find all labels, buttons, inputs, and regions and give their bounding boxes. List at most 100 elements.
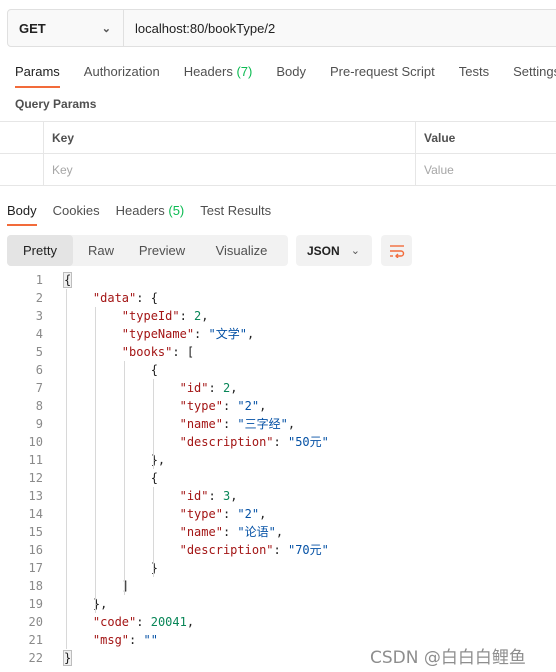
line-number: 21	[28, 633, 43, 647]
line-number: 5	[35, 345, 43, 359]
checkbox-column	[0, 122, 44, 153]
code-line: 9 "name": "三字经",	[0, 415, 556, 433]
code-text: "typeId": 2,	[121, 309, 209, 323]
tab-tests[interactable]: Tests	[459, 64, 489, 88]
line-number: 7	[35, 381, 43, 395]
code-text: "id": 2,	[179, 381, 238, 395]
view-raw-button[interactable]: Raw	[73, 235, 129, 266]
tab-params[interactable]: Params	[15, 64, 60, 88]
value-input[interactable]: Value	[416, 154, 556, 185]
code-line: 14 "type": "2",	[0, 505, 556, 523]
chevron-down-icon: ⌄	[350, 245, 360, 257]
tab-body[interactable]: Body	[276, 64, 306, 88]
query-params-table: Key Value Key Value	[0, 121, 556, 186]
view-mode-group: Pretty Raw Preview Visualize	[7, 235, 288, 266]
response-tab-headers[interactable]: Headers (5)	[116, 203, 185, 226]
format-select[interactable]: JSON ⌄	[296, 235, 372, 266]
tab-pre-request-script[interactable]: Pre-request Script	[330, 64, 435, 88]
indent-guide	[95, 307, 96, 613]
tab-settings[interactable]: Settings	[513, 64, 556, 88]
code-text: "data": {	[92, 291, 158, 305]
method-select[interactable]: GET ⌄	[8, 10, 124, 46]
query-params-title: Query Params	[15, 97, 97, 111]
table-header-row: Key Value	[0, 122, 556, 154]
response-tabs: Body Cookies Headers (5) Test Results	[7, 203, 287, 226]
code-text: {	[64, 471, 158, 485]
response-body-code[interactable]: 1{2 "data": {3 "typeId": 2, 4 "typeName":…	[0, 271, 556, 667]
watermark: CSDN @白白白鲤鱼	[370, 648, 526, 668]
code-text: "description": "70元"	[179, 543, 329, 557]
response-tab-cookies[interactable]: Cookies	[53, 203, 100, 226]
code-line: 17 }	[0, 559, 556, 577]
code-text: "name": "论语",	[179, 525, 284, 539]
code-text: "books": [	[121, 345, 195, 359]
line-number: 4	[35, 327, 43, 341]
request-url-bar: GET ⌄ localhost:80/bookType/2	[7, 9, 556, 47]
code-text: }	[62, 650, 73, 666]
response-tab-body[interactable]: Body	[7, 203, 37, 226]
value-column-header: Value	[424, 130, 456, 145]
code-line: 2 "data": {	[0, 289, 556, 307]
wrap-lines-icon	[389, 244, 404, 258]
code-line: 3 "typeId": 2,	[0, 307, 556, 325]
wrap-lines-button[interactable]	[381, 235, 412, 266]
view-preview-button[interactable]: Preview	[129, 235, 195, 266]
table-row: Key Value	[0, 154, 556, 186]
code-line: 6 {	[0, 361, 556, 379]
method-label: GET	[19, 20, 46, 36]
code-line: 18 ]	[0, 577, 556, 595]
code-line: 8 "type": "2",	[0, 397, 556, 415]
code-line: 15 "name": "论语",	[0, 523, 556, 541]
response-tab-test-results[interactable]: Test Results	[200, 203, 271, 226]
line-number: 11	[28, 453, 43, 467]
view-visualize-button[interactable]: Visualize	[195, 235, 288, 266]
line-number: 14	[28, 507, 43, 521]
view-pretty-button[interactable]: Pretty	[7, 235, 73, 266]
code-text: "msg": ""	[92, 633, 158, 647]
code-line: 4 "typeName": "文学",	[0, 325, 556, 343]
indent-guide	[66, 289, 67, 649]
code-text: "code": 20041,	[92, 615, 195, 629]
format-label: JSON	[307, 243, 340, 258]
code-line: 16 "description": "70元"	[0, 541, 556, 559]
code-text: }	[64, 561, 158, 575]
code-line: 5 "books": [	[0, 343, 556, 361]
code-text: {	[64, 363, 158, 377]
code-line: 10 "description": "50元"	[0, 433, 556, 451]
code-text: "description": "50元"	[179, 435, 329, 449]
line-number: 1	[35, 273, 43, 287]
indent-guide	[124, 361, 125, 595]
code-text: {	[62, 272, 73, 288]
line-number: 8	[35, 399, 43, 413]
line-number: 20	[28, 615, 43, 629]
code-line: 7 "id": 2,	[0, 379, 556, 397]
code-text: "typeName": "文学",	[121, 327, 255, 341]
line-number: 18	[28, 579, 43, 593]
code-line: 11 },	[0, 451, 556, 469]
tab-headers[interactable]: Headers (7)	[184, 64, 253, 88]
chevron-down-icon: ⌄	[101, 22, 111, 35]
code-line: 13 "id": 3,	[0, 487, 556, 505]
code-text: "name": "三字经",	[179, 417, 296, 431]
request-tabs: Params Authorization Headers (7) Body Pr…	[15, 64, 556, 88]
code-line: 1{	[0, 271, 556, 289]
code-text: },	[64, 453, 166, 467]
line-number: 13	[28, 489, 43, 503]
line-number: 19	[28, 597, 43, 611]
line-number: 10	[28, 435, 43, 449]
code-line: 12 {	[0, 469, 556, 487]
indent-guide	[153, 487, 154, 577]
code-text: },	[64, 597, 108, 611]
tab-authorization[interactable]: Authorization	[84, 64, 160, 88]
line-number: 17	[28, 561, 43, 575]
line-number: 6	[35, 363, 43, 377]
line-number: 3	[35, 309, 43, 323]
line-number: 15	[28, 525, 43, 539]
line-number: 22	[28, 651, 43, 665]
url-input[interactable]: localhost:80/bookType/2	[124, 10, 556, 46]
code-line: 20 "code": 20041,	[0, 613, 556, 631]
line-number: 2	[35, 291, 43, 305]
key-input[interactable]: Key	[44, 154, 416, 185]
key-column-header: Key	[44, 122, 416, 153]
line-number: 9	[35, 417, 43, 431]
